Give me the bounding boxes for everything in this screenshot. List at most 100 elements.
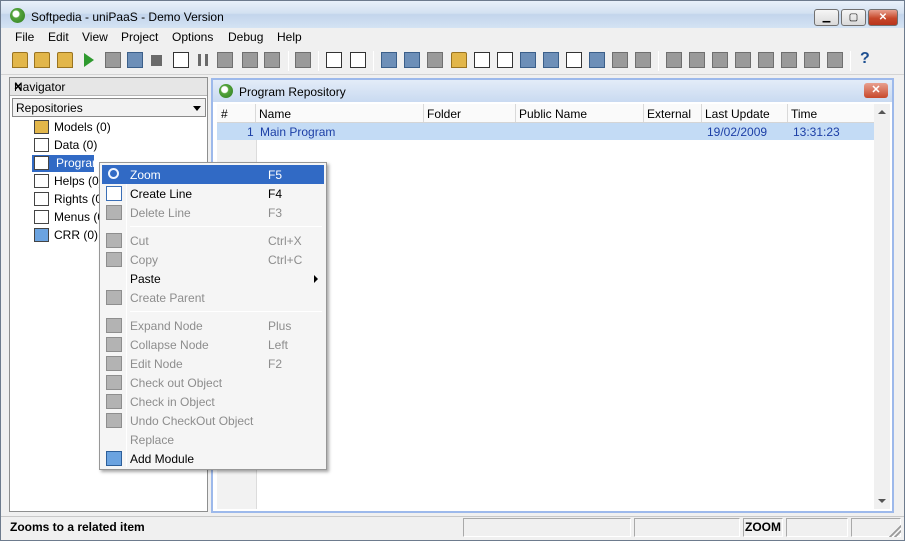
new-project-icon[interactable]: [12, 52, 28, 68]
column-header-folder[interactable]: Folder: [427, 107, 461, 121]
close-button[interactable]: ✕: [868, 9, 898, 26]
tree-item-data[interactable]: Data (0): [32, 137, 208, 154]
menu-item-add-module[interactable]: Add Module: [102, 449, 324, 468]
status-bar: Zooms to a related item ZOOM: [1, 516, 904, 540]
column-separator[interactable]: [255, 104, 256, 122]
navigator-close-icon[interactable]: ×: [14, 78, 202, 94]
menu-item-shortcut: Ctrl+C: [268, 253, 303, 267]
menu-help[interactable]: Help: [277, 30, 302, 44]
column-header-external[interactable]: External: [647, 107, 691, 121]
menu-item-edit-node[interactable]: Edit Node F2: [102, 354, 324, 373]
scroll-up-icon[interactable]: [878, 110, 886, 114]
menu-item-copy[interactable]: Copy Ctrl+C: [102, 250, 324, 269]
toolbar-separator: [850, 51, 851, 71]
menu-item-label: Paste: [130, 272, 161, 286]
repository-close-button[interactable]: ✕: [864, 83, 888, 98]
app-icon: [10, 8, 25, 23]
table-tool-icon[interactable]: [635, 52, 651, 68]
column-separator[interactable]: [787, 104, 788, 122]
paste-tool-icon[interactable]: [404, 52, 420, 68]
column-separator[interactable]: [643, 104, 644, 122]
undo-checkout-tool-icon[interactable]: [712, 52, 728, 68]
maximize-button[interactable]: ▢: [841, 9, 866, 26]
history-tool-icon[interactable]: [758, 52, 774, 68]
column-header-public-name[interactable]: Public Name: [519, 107, 587, 121]
menu-item-check-in[interactable]: Check in Object: [102, 392, 324, 411]
step-out-icon[interactable]: [264, 52, 280, 68]
menu-options[interactable]: Options: [172, 30, 213, 44]
run-icon[interactable]: [84, 53, 94, 67]
get-latest-tool-icon[interactable]: [735, 52, 751, 68]
label-tool-icon[interactable]: [804, 52, 820, 68]
vertical-scrollbar[interactable]: [874, 104, 890, 509]
column-header-last-update[interactable]: Last Update: [705, 107, 770, 121]
menu-item-undo-checkout[interactable]: Undo CheckOut Object: [102, 411, 324, 430]
zoom-find-icon[interactable]: [326, 52, 342, 68]
menu-item-label: Delete Line: [130, 206, 191, 220]
application-window: Softpedia - uniPaaS - Demo Version ▁ ▢ ✕…: [0, 0, 905, 541]
tree-item-models[interactable]: Models (0): [32, 119, 208, 136]
menu-item-zoom[interactable]: Zoom F5: [102, 165, 324, 184]
menu-item-delete-line[interactable]: Delete Line F3: [102, 203, 324, 222]
minimize-button[interactable]: ▁: [814, 9, 839, 26]
menu-item-paste[interactable]: Paste: [102, 269, 324, 288]
menu-item-expand-node[interactable]: Expand Node Plus: [102, 316, 324, 335]
step-into-icon[interactable]: [242, 52, 258, 68]
resize-grip-icon[interactable]: [889, 525, 901, 537]
menu-file[interactable]: File: [15, 30, 34, 44]
tree-item-programs[interactable]: Programs (1): [32, 155, 126, 172]
properties-tool-icon[interactable]: [827, 52, 843, 68]
menu-debug[interactable]: Debug: [228, 30, 263, 44]
compare-tool-icon[interactable]: [781, 52, 797, 68]
menu-item-label: Undo CheckOut Object: [130, 414, 254, 428]
column-header-num[interactable]: #: [221, 107, 228, 121]
menu-item-collapse-node[interactable]: Collapse Node Left: [102, 335, 324, 354]
debug-icon[interactable]: [127, 52, 143, 68]
check-out-tool-icon[interactable]: [666, 52, 682, 68]
crr-tool-icon[interactable]: [589, 52, 605, 68]
menu-item-create-parent[interactable]: Create Parent: [102, 288, 324, 307]
run-program-icon[interactable]: [105, 52, 121, 68]
components-tool-icon[interactable]: [566, 52, 582, 68]
list-icon[interactable]: [350, 52, 366, 68]
column-separator[interactable]: [515, 104, 516, 122]
check-in-tool-icon[interactable]: [689, 52, 705, 68]
cell-name[interactable]: Main Program: [260, 125, 335, 139]
column-separator[interactable]: [701, 104, 702, 122]
rights-tool-icon[interactable]: [520, 52, 536, 68]
delete-line-icon: [106, 205, 122, 220]
column-header-name[interactable]: Name: [259, 107, 291, 121]
tree-icon[interactable]: [295, 52, 311, 68]
menu-item-replace[interactable]: Replace: [102, 430, 324, 449]
programs-tool-icon[interactable]: [474, 52, 490, 68]
repositories-dropdown[interactable]: Repositories: [12, 98, 206, 117]
menu-item-create-line[interactable]: Create Line F4: [102, 184, 324, 203]
stop-icon[interactable]: [151, 55, 162, 66]
help-icon[interactable]: ?: [860, 50, 876, 67]
column-separator[interactable]: [423, 104, 424, 122]
open-project-icon[interactable]: [34, 52, 50, 68]
menu-item-cut[interactable]: Cut Ctrl+X: [102, 231, 324, 250]
data-tool-icon[interactable]: [451, 52, 467, 68]
collapse-node-icon: [106, 337, 122, 352]
check-syntax-icon[interactable]: [173, 52, 189, 68]
menus-tool-icon[interactable]: [543, 52, 559, 68]
menu-edit[interactable]: Edit: [48, 30, 69, 44]
menu-project[interactable]: Project: [121, 30, 158, 44]
menu-item-label: Check out Object: [130, 376, 223, 390]
menu-item-check-out[interactable]: Check out Object: [102, 373, 324, 392]
helps-tool-icon[interactable]: [497, 52, 513, 68]
step-icon[interactable]: [217, 52, 233, 68]
table-row[interactable]: 1 Main Program 19/02/2009 13:31:23: [217, 123, 875, 140]
save-project-icon[interactable]: [57, 52, 73, 68]
copy-tool-icon[interactable]: [381, 52, 397, 68]
scroll-down-icon[interactable]: [878, 499, 886, 503]
menu-view[interactable]: View: [82, 30, 108, 44]
models-tool-icon[interactable]: [427, 52, 443, 68]
pause-icon[interactable]: [198, 54, 208, 66]
column-header-time[interactable]: Time: [791, 107, 817, 121]
status-pane: [634, 518, 740, 537]
undo-checkout-icon: [106, 413, 122, 428]
cart-tool-icon[interactable]: [612, 52, 628, 68]
chevron-down-icon[interactable]: [193, 106, 201, 111]
